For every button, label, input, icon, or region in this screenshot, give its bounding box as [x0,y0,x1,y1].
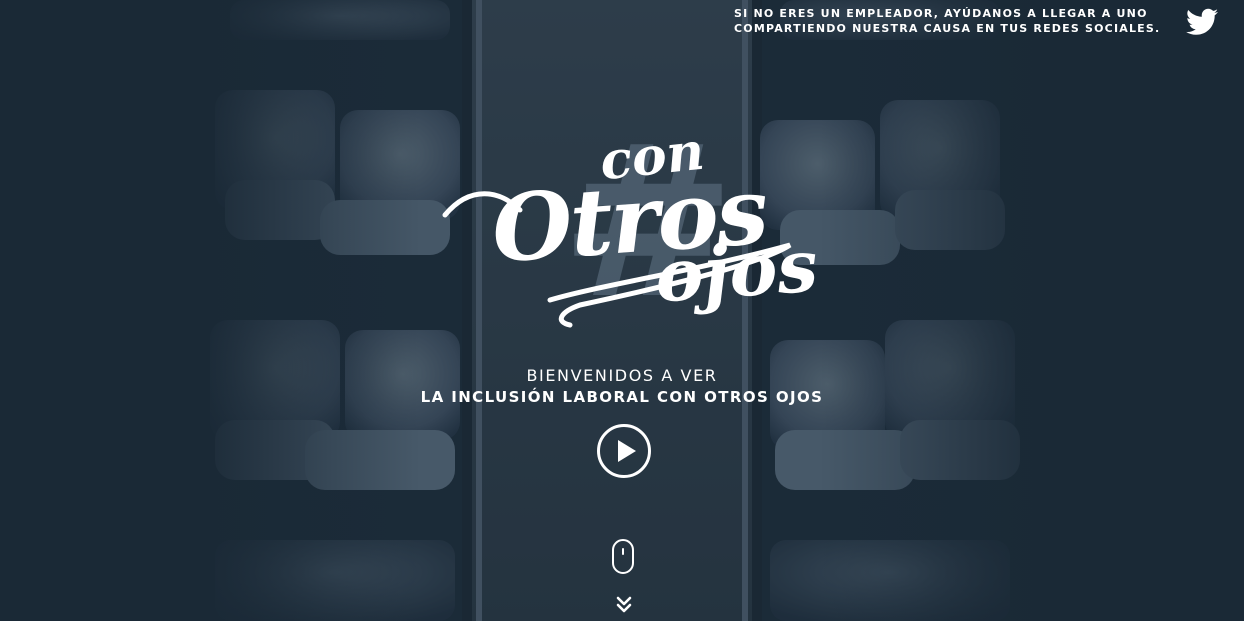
play-button[interactable] [597,424,651,478]
mouse-scroll-icon[interactable] [612,539,634,574]
share-line-2: COMPARTIENDO NUESTRA CAUSA EN TUS REDES … [734,22,1161,35]
landing-page: SI NO ERES UN EMPLEADOR, AYÚDANOS A LLEG… [0,0,1244,621]
share-message: SI NO ERES UN EMPLEADOR, AYÚDANOS A LLEG… [734,6,1161,36]
welcome-heading: BIENVENIDOS A VER [526,366,718,385]
double-chevron-down-icon[interactable] [614,595,634,615]
welcome-subheading: LA INCLUSIÓN LABORAL CON OTROS OJOS [420,388,824,406]
twitter-icon[interactable] [1186,8,1218,36]
mouse-wheel-indicator [622,548,624,555]
share-line-1: SI NO ERES UN EMPLEADOR, AYÚDANOS A LLEG… [734,7,1148,20]
play-icon [618,440,636,462]
logo-word-ojos: ojos [652,222,821,319]
